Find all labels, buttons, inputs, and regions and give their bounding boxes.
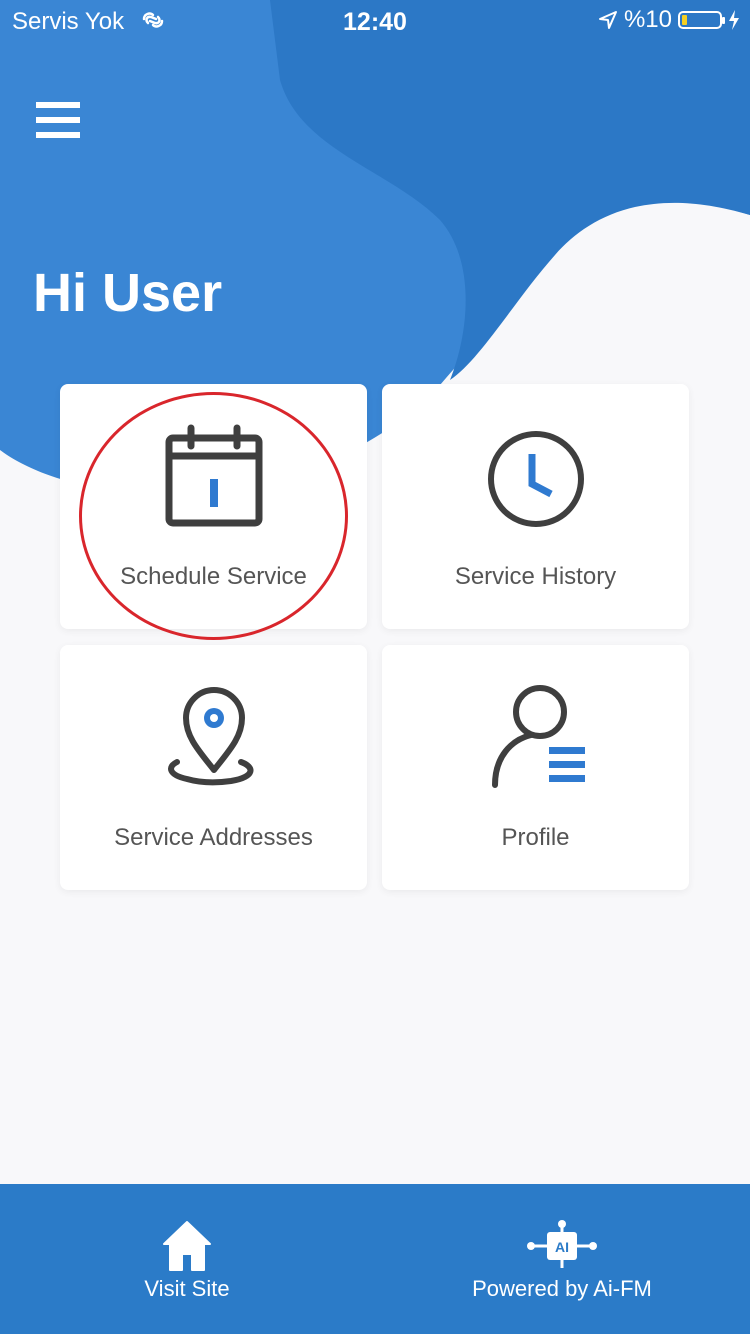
status-right: %10 [598, 6, 740, 34]
clock-icon [487, 431, 584, 527]
profile-icon [491, 685, 585, 788]
status-bar: Servis Yok 12:40 %10 [0, 0, 750, 40]
bottom-bar: Visit Site AI Powered by Ai-FM [0, 1184, 750, 1334]
visit-site-label: Visit Site [144, 1276, 230, 1301]
schedule-service-card[interactable]: Schedule Service [60, 384, 367, 629]
powered-by-button[interactable]: AI Powered by Ai-FM [440, 1184, 684, 1334]
schedule-service-label: Schedule Service [120, 563, 307, 590]
service-history-card[interactable]: Service History [382, 384, 689, 629]
service-addresses-label: Service Addresses [114, 824, 313, 851]
visit-site-button[interactable]: Visit Site [100, 1184, 274, 1334]
service-history-label: Service History [454, 563, 617, 590]
ai-badge-text: AI [555, 1239, 569, 1255]
profile-card[interactable]: Profile [382, 645, 689, 890]
calendar-icon [165, 424, 262, 527]
powered-by-label: Powered by Ai-FM [472, 1276, 652, 1301]
hamburger-menu-icon[interactable] [36, 102, 80, 146]
location-pin-icon [167, 687, 253, 786]
profile-label: Profile [501, 824, 570, 851]
location-arrow-icon [598, 11, 617, 29]
charging-bolt-icon [729, 10, 739, 30]
greeting-title: Hi User [33, 263, 223, 323]
battery-icon [678, 11, 725, 29]
ai-chip-icon: AI [527, 1220, 597, 1268]
service-addresses-card[interactable]: Service Addresses [60, 645, 367, 890]
battery-percent: %10 [623, 6, 672, 33]
home-icon [163, 1221, 211, 1271]
